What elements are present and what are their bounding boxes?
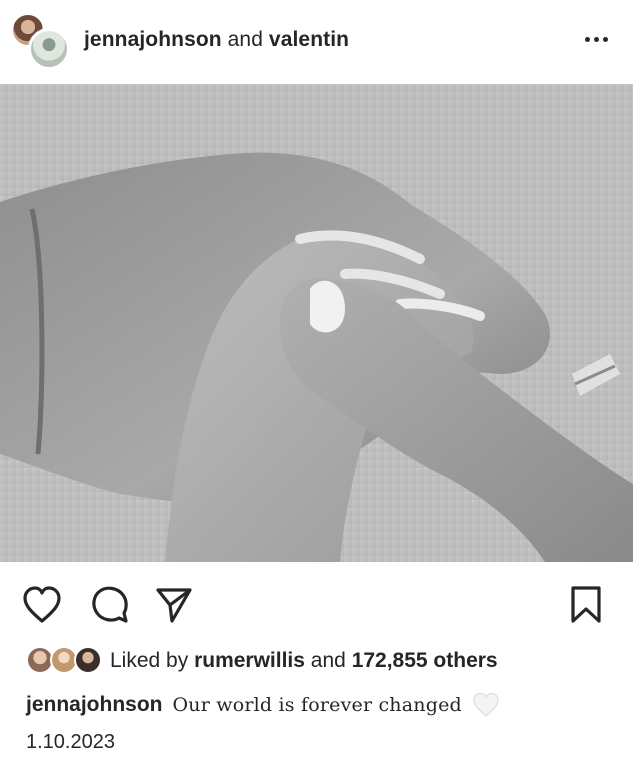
post-author-line: jennajohnson and valentin	[84, 28, 349, 52]
author-conjunction: and	[227, 28, 263, 51]
share-button[interactable]	[152, 583, 196, 627]
liker-username[interactable]: rumerwillis	[194, 649, 305, 672]
comment-button[interactable]	[88, 583, 132, 627]
heart-outline-icon	[23, 586, 61, 623]
avatar[interactable]	[74, 646, 102, 674]
dot	[593, 36, 599, 42]
likes-row[interactable]: Liked by rumerwillis and 172,855 others	[26, 644, 498, 678]
caption-username[interactable]: jennajohnson	[26, 693, 163, 717]
post-header: jennajohnson and valentin	[0, 0, 633, 84]
likes-text: Liked by rumerwillis and 172,855 others	[110, 649, 498, 673]
post-caption: jennajohnson Our world is forever change…	[26, 692, 500, 718]
likes-count[interactable]: 172,855 others	[352, 649, 498, 672]
likes-prefix: Liked by	[110, 649, 189, 672]
likes-conjunction: and	[310, 649, 346, 672]
save-button[interactable]	[564, 583, 608, 627]
dot	[584, 36, 590, 42]
post-date: 1.10.2023	[26, 731, 115, 753]
dot	[602, 36, 608, 42]
like-button[interactable]	[20, 583, 64, 627]
comment-icon	[92, 586, 128, 623]
bookmark-icon	[571, 586, 601, 623]
more-options-button[interactable]	[578, 24, 614, 54]
avatar[interactable]	[28, 28, 70, 70]
author-username[interactable]: jennajohnson	[84, 28, 222, 51]
post-photo[interactable]	[0, 84, 633, 562]
liker-avatars[interactable]	[26, 646, 104, 676]
collab-avatars[interactable]	[10, 12, 72, 70]
white-heart-icon	[472, 692, 500, 718]
hands-photo-illustration	[0, 84, 633, 562]
paper-plane-icon	[156, 588, 192, 623]
collaborator-username[interactable]: valentin	[269, 28, 349, 51]
post-action-bar	[0, 575, 633, 635]
caption-text: Our world is forever changed	[172, 694, 462, 716]
